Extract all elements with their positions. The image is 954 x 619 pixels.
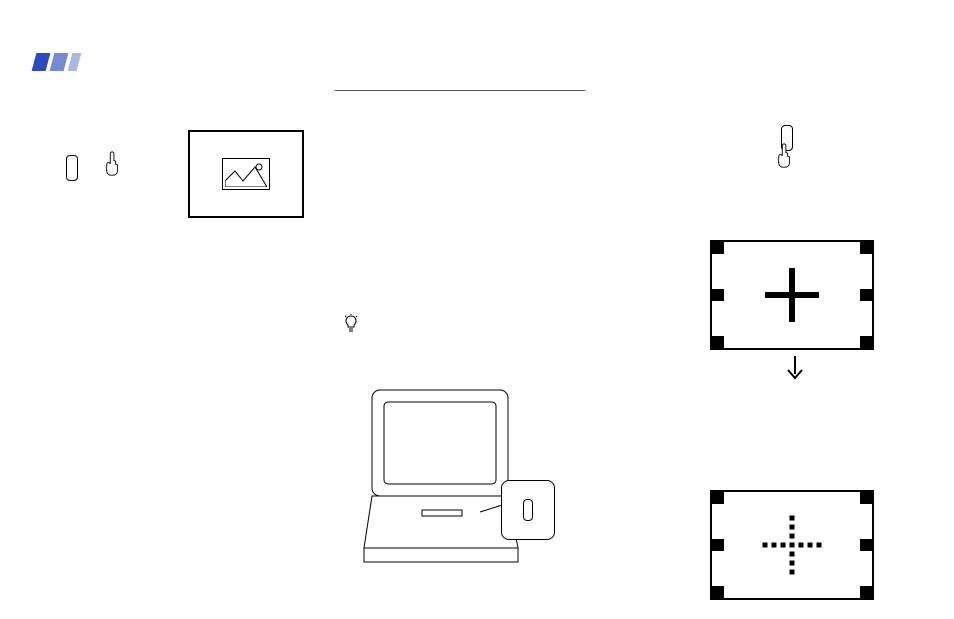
convergence-screen-before (710, 240, 874, 350)
front-panel-button (523, 499, 533, 521)
logo-bar-1 (32, 53, 51, 71)
tip-bulb-icon (344, 314, 358, 337)
logo-bar-3 (68, 53, 82, 71)
front-panel-callout (501, 480, 555, 540)
hand-icon-left (104, 150, 122, 178)
logo-bar-2 (50, 53, 69, 71)
hand-icon-right (776, 142, 794, 170)
convergence-screen-after (710, 490, 874, 600)
down-arrow-icon (786, 356, 804, 387)
demo-thumbnail (222, 158, 270, 190)
section-divider (335, 90, 585, 91)
remote-button-left (66, 155, 78, 181)
demo-screen (188, 130, 304, 218)
